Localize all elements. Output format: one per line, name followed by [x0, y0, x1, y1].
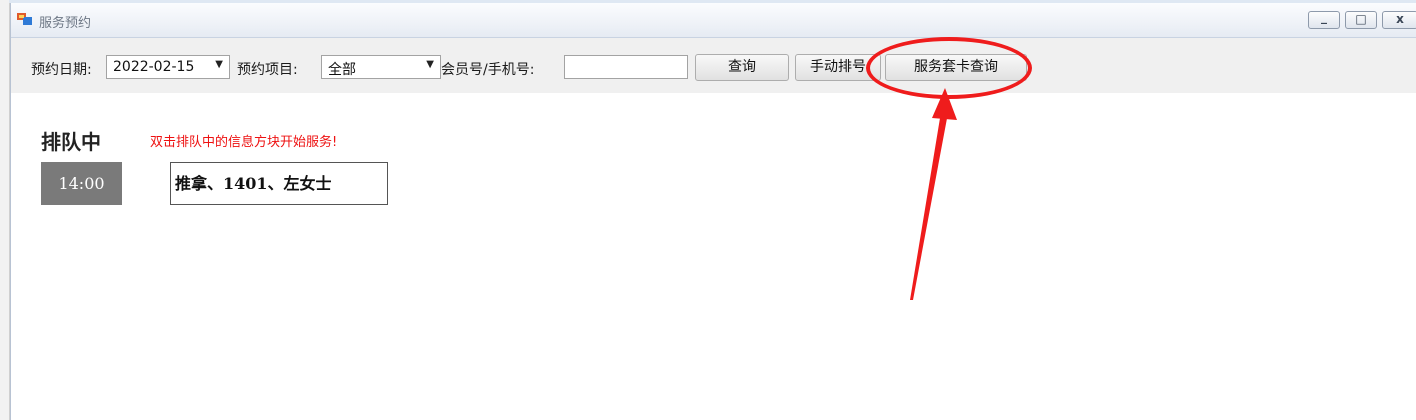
annotation-arrow: [910, 88, 957, 300]
